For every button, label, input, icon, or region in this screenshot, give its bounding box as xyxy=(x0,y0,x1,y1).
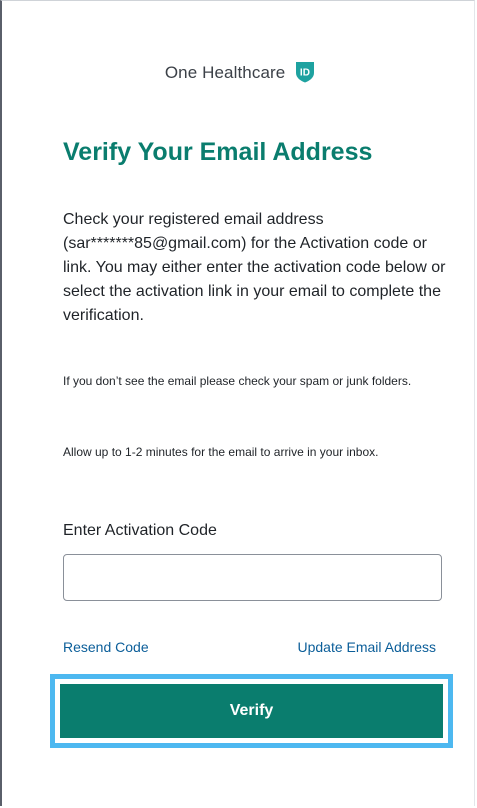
verify-button-focus-ring: Verify xyxy=(50,674,453,748)
logo-text: One Healthcare xyxy=(164,63,286,82)
page-title: Verify Your Email Address xyxy=(63,138,373,166)
one-healthcare-logo: One Healthcare ID xyxy=(2,62,477,84)
verify-button[interactable]: Verify xyxy=(60,684,443,738)
spam-note: If you don’t see the email please check … xyxy=(63,374,412,388)
verification-panel: One Healthcare ID Verify Your Email Addr… xyxy=(0,0,475,806)
activation-code-input[interactable] xyxy=(63,554,442,601)
activation-code-label: Enter Activation Code xyxy=(63,522,217,539)
id-shield-icon: ID xyxy=(294,61,316,83)
instructions-text: Check your registered email address (sar… xyxy=(63,211,446,324)
update-email-link[interactable]: Update Email Address xyxy=(297,639,436,655)
timing-note: Allow up to 1-2 minutes for the email to… xyxy=(63,445,379,459)
id-badge-text: ID xyxy=(300,68,310,79)
resend-code-link[interactable]: Resend Code xyxy=(63,639,149,655)
